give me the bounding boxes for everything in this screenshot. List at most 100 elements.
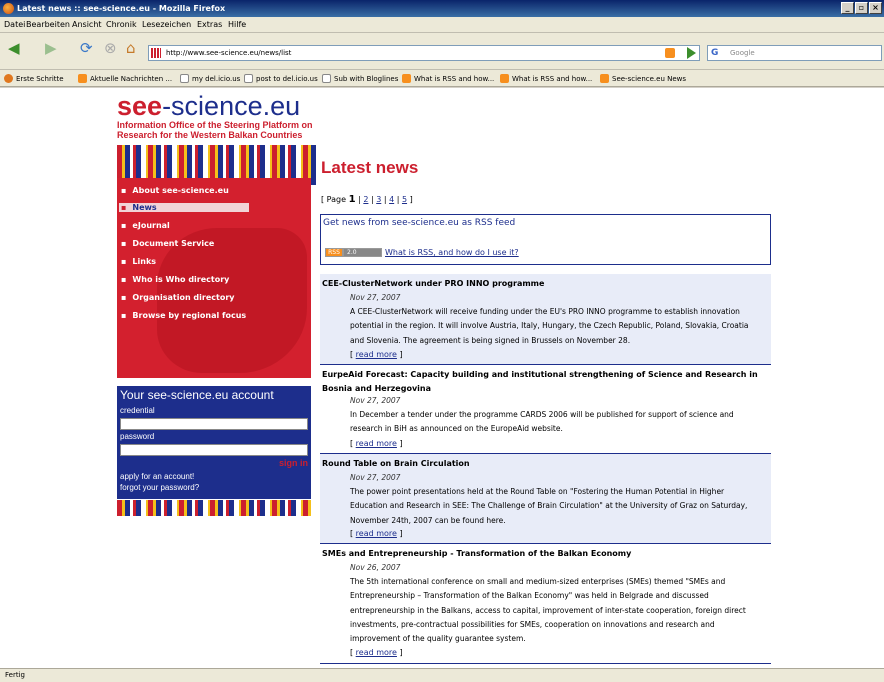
back-icon[interactable]: ◀ <box>8 39 20 57</box>
rss-badge-icon[interactable]: RSS 2.0 <box>325 248 382 257</box>
news-date: Nov 26, 2007 <box>350 563 401 572</box>
sidebar-item-links[interactable]: Links <box>121 257 156 266</box>
address-bar[interactable]: http://www.see-science.eu/news/list <box>148 45 700 61</box>
what-is-rss-link[interactable]: What is RSS, and how do I use it? <box>385 248 519 257</box>
menu-chronik[interactable]: Chronik <box>106 20 137 29</box>
logo-subtitle-2: Research for the Western Balkan Countrie… <box>117 130 303 140</box>
read-more-link[interactable]: read more <box>356 648 397 657</box>
rss-icon <box>402 74 411 83</box>
news-body: The 5th international conference on smal… <box>350 577 746 644</box>
status-bar: Fertig <box>0 668 884 682</box>
firefox-icon <box>3 3 14 14</box>
menu-extras[interactable]: Extras <box>197 20 222 29</box>
logo-subtitle-1: Information Office of the Steering Platf… <box>117 120 313 130</box>
current-page: 1 <box>348 194 356 205</box>
status-text: Fertig <box>5 671 25 679</box>
read-more: [ read more ] <box>350 350 403 359</box>
menu-hilfe[interactable]: Hilfe <box>228 20 246 29</box>
account-heading: Your see-science.eu account <box>120 388 274 402</box>
bookmark-item[interactable]: post to del.icio.us <box>244 74 318 83</box>
sidebar-item-organisation[interactable]: Organisation directory <box>121 293 234 302</box>
news-date: Nov 27, 2007 <box>350 396 401 405</box>
bookmark-item[interactable]: See-science.eu News <box>600 74 686 83</box>
account-box: Your see-science.eu account credential p… <box>117 386 311 499</box>
rss-feed-icon[interactable] <box>665 48 675 58</box>
bookmark-item[interactable]: Erste Schritte <box>4 74 64 83</box>
account-stripes <box>117 500 311 516</box>
stop-icon[interactable]: ⊗ <box>104 39 117 57</box>
page-link-2[interactable]: 2 <box>363 195 368 204</box>
menu-ansicht[interactable]: Ansicht <box>72 20 102 29</box>
menu-bar: Datei Bearbeiten Ansicht Chronik Lesezei… <box>0 17 884 33</box>
news-body: The power point presentations held at th… <box>350 487 748 525</box>
window-controls: _ ▫ × <box>841 2 882 14</box>
news-item: SMEs and Entrepreneurship - Transformati… <box>320 544 771 664</box>
bookmark-item[interactable]: What is RSS and how... <box>402 74 494 83</box>
bookmark-item[interactable]: Sub with Bloglines <box>322 74 398 83</box>
rss-icon <box>600 74 609 83</box>
sidebar-item-document-service[interactable]: Document Service <box>121 239 214 248</box>
sidebar-item-news[interactable]: News <box>119 203 249 212</box>
page-title: Latest news <box>321 158 419 177</box>
page-content: see-science.eu Information Office of the… <box>0 88 884 668</box>
sign-in-button[interactable]: sign in <box>279 458 308 468</box>
news-body: In December a tender under the programme… <box>350 410 734 434</box>
search-placeholder: Google <box>730 49 755 57</box>
window-title: Latest news :: see-science.eu - Mozilla … <box>17 4 226 13</box>
bookmark-item[interactable]: Aktuelle Nachrichten ... <box>78 74 172 83</box>
page-link-4[interactable]: 4 <box>389 195 394 204</box>
read-more: [ read more ] <box>350 529 403 538</box>
close-button[interactable]: × <box>869 2 882 14</box>
page-icon <box>322 74 331 83</box>
news-title[interactable]: Round Table on Brain Circulation <box>322 457 762 471</box>
home-icon[interactable]: ⌂ <box>126 39 136 57</box>
site-logo[interactable]: see-science.eu Information Office of the… <box>117 93 317 185</box>
forward-icon[interactable]: ▶ <box>45 39 57 57</box>
url-text: http://www.see-science.eu/news/list <box>166 49 292 57</box>
search-input[interactable]: G Google <box>707 45 882 61</box>
maximize-button[interactable]: ▫ <box>855 2 868 14</box>
sidebar-item-about[interactable]: About see-science.eu <box>121 186 228 195</box>
menu-lesezeichen[interactable]: Lesezeichen <box>142 20 191 29</box>
read-more-link[interactable]: read more <box>356 350 397 359</box>
site-favicon-icon <box>151 48 161 58</box>
menu-bearbeiten[interactable]: Bearbeiten <box>26 20 70 29</box>
minimize-button[interactable]: _ <box>841 2 854 14</box>
apply-account-link[interactable]: apply for an account! <box>120 472 194 481</box>
page-icon <box>244 74 253 83</box>
news-title[interactable]: SMEs and Entrepreneurship - Transformati… <box>322 547 762 561</box>
rss-icon <box>78 74 87 83</box>
news-item: CEE-ClusterNetwork under PRO INNO progra… <box>320 274 771 365</box>
bookmark-item[interactable]: my del.icio.us <box>180 74 240 83</box>
read-more-link[interactable]: read more <box>356 439 397 448</box>
sidebar-nav: About see-science.eu News eJournal Docum… <box>117 178 311 378</box>
menu-datei[interactable]: Datei <box>4 20 25 29</box>
navigation-toolbar: ◀ ▶ ⟳ ⊗ ⌂ http://www.see-science.eu/news… <box>0 33 884 70</box>
title-bar: Latest news :: see-science.eu - Mozilla … <box>0 0 884 17</box>
read-more: [ read more ] <box>350 648 403 657</box>
google-icon[interactable]: G <box>711 48 718 58</box>
logo-wordmark: see-science.eu <box>117 91 301 121</box>
rss-feed-title: Get news from see-science.eu as RSS feed <box>323 218 516 228</box>
go-icon[interactable] <box>687 47 696 59</box>
sidebar-item-ejournal[interactable]: eJournal <box>121 221 169 230</box>
password-label: password <box>120 432 155 441</box>
firefox-icon <box>4 74 13 83</box>
reload-icon[interactable]: ⟳ <box>80 39 93 57</box>
read-more-link[interactable]: read more <box>356 529 397 538</box>
credential-field[interactable] <box>120 418 308 430</box>
sidebar-item-regional-focus[interactable]: Browse by regional focus <box>121 311 246 320</box>
news-date: Nov 27, 2007 <box>350 473 401 482</box>
news-item: EurpeAid Forecast: Capacity building and… <box>320 365 771 454</box>
pagination: [ Page 1 | 2 | 3 | 4 | 5 ] <box>321 194 413 205</box>
page-link-3[interactable]: 3 <box>376 195 381 204</box>
password-field[interactable] <box>120 444 308 456</box>
bookmark-item[interactable]: What is RSS and how... <box>500 74 592 83</box>
sidebar-item-who-is-who[interactable]: Who is Who directory <box>121 275 229 284</box>
news-date: Nov 27, 2007 <box>350 293 401 302</box>
news-item: Round Table on Brain Circulation Nov 27,… <box>320 454 771 544</box>
bookmarks-toolbar: Erste Schritte Aktuelle Nachrichten ... … <box>0 70 884 87</box>
news-title[interactable]: EurpeAid Forecast: Capacity building and… <box>322 368 762 396</box>
forgot-password-link[interactable]: forgot your password? <box>120 483 199 492</box>
news-title[interactable]: CEE-ClusterNetwork under PRO INNO progra… <box>322 277 762 291</box>
